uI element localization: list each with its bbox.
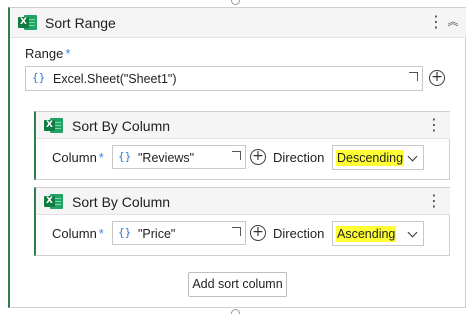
chevron-down-icon xyxy=(407,151,418,162)
expression-braces-icon[interactable]: {} xyxy=(118,149,131,165)
column-value: "Price" xyxy=(138,227,176,241)
column-value: "Reviews" xyxy=(138,151,195,165)
expression-braces-icon[interactable]: {} xyxy=(118,225,131,241)
bottom-connector xyxy=(231,309,240,314)
excel-icon: X xyxy=(44,117,63,134)
activity-header[interactable]: X Sort Range ⋮ ︽ xyxy=(10,8,466,38)
direction-dropdown[interactable]: Ascending xyxy=(332,221,424,246)
chevron-down-icon xyxy=(407,227,418,238)
top-connector xyxy=(231,0,240,5)
sort-by-column-card: X Sort By Column ⋮ Column * {} "Reviews" … xyxy=(34,111,450,180)
column-label: Column * xyxy=(52,226,104,241)
direction-label: Direction xyxy=(273,226,325,241)
range-field[interactable]: {} Excel.Sheet("Sheet1") xyxy=(25,66,423,91)
column-label: Column * xyxy=(52,150,104,165)
direction-dropdown[interactable]: Descending xyxy=(332,145,424,170)
sort-range-activity: X Sort Range ⋮ ︽ Range * {} Excel.Sheet("… xyxy=(8,7,466,308)
add-variable-icon[interactable]: + xyxy=(250,225,266,241)
add-sort-column-button[interactable]: Add sort column xyxy=(188,272,287,297)
expand-editor-icon[interactable] xyxy=(232,227,241,236)
sort-by-column-card: X Sort By Column ⋮ Column * {} "Price" + … xyxy=(34,187,450,256)
column-field[interactable]: {} "Reviews" xyxy=(112,145,246,169)
expression-braces-icon[interactable]: {} xyxy=(32,70,45,86)
card-title: Sort By Column xyxy=(72,194,171,210)
card-header[interactable]: X Sort By Column ⋮ xyxy=(36,188,450,215)
range-label: Range * xyxy=(25,46,71,61)
add-variable-icon[interactable]: + xyxy=(429,70,445,86)
kebab-menu-icon[interactable]: ⋮ xyxy=(428,13,444,31)
collapse-icon[interactable]: ︽ xyxy=(445,13,461,31)
direction-value: Descending xyxy=(336,150,405,166)
direction-label: Direction xyxy=(273,150,325,165)
add-variable-icon[interactable]: + xyxy=(250,149,266,165)
card-header[interactable]: X Sort By Column ⋮ xyxy=(36,112,450,139)
direction-value: Ascending xyxy=(336,226,397,242)
kebab-menu-icon[interactable]: ⋮ xyxy=(426,116,442,134)
range-value: Excel.Sheet("Sheet1") xyxy=(53,72,177,86)
excel-icon: X xyxy=(44,193,63,210)
expand-editor-icon[interactable] xyxy=(232,151,241,160)
activity-title: Sort Range xyxy=(45,15,116,31)
kebab-menu-icon[interactable]: ⋮ xyxy=(426,192,442,210)
expand-editor-icon[interactable] xyxy=(409,72,418,81)
card-title: Sort By Column xyxy=(72,118,171,134)
column-field[interactable]: {} "Price" xyxy=(112,221,246,245)
excel-icon: X xyxy=(18,14,37,31)
